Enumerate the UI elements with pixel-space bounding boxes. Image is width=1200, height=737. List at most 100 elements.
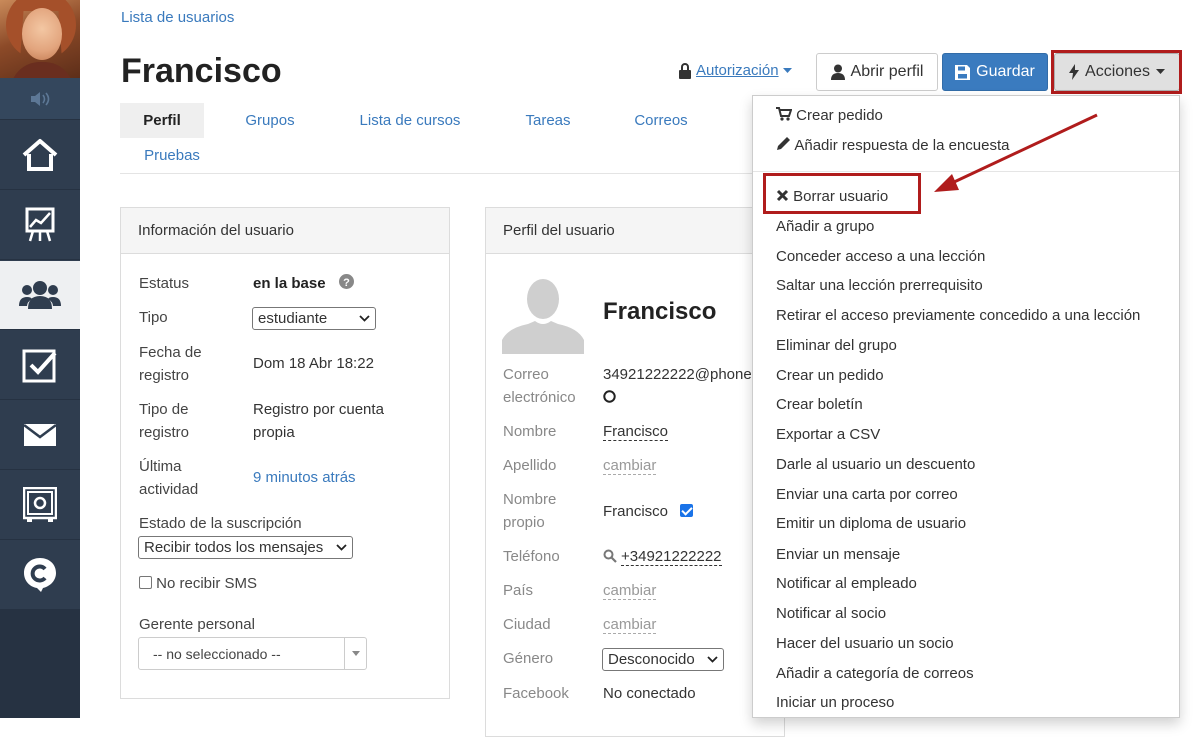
menu-item[interactable]: Exportar a CSV [776, 425, 880, 445]
user-icon [830, 64, 845, 80]
status-value: en la base [253, 275, 326, 292]
floppy-icon [955, 64, 971, 80]
search-icon[interactable] [603, 549, 617, 563]
first-name-value[interactable]: Francisco [603, 423, 669, 441]
nav-reports[interactable] [0, 191, 80, 260]
svg-text:?: ? [343, 277, 350, 289]
actions-highlight-box [1051, 50, 1182, 94]
manager-select[interactable]: -- no seleccionado -- [138, 637, 367, 670]
subscription-select-value: Recibir todos los mensajes [144, 539, 324, 556]
menu-item[interactable]: Conceder acceso a una lección [776, 247, 985, 267]
open-profile-button[interactable]: Abrir perfil [816, 53, 938, 91]
menu-item[interactable]: Darle al usuario un descuento [776, 455, 975, 475]
manager-select-toggle[interactable] [344, 638, 366, 669]
menu-item[interactable]: Eliminar del grupo [776, 336, 897, 356]
no-sms-label: No recibir SMS [156, 575, 258, 592]
first-name-label: Nombre [503, 423, 557, 440]
authorization-dropdown[interactable]: Autorización [678, 62, 792, 79]
sidebar-footer [0, 610, 80, 718]
city-label: Ciudad [503, 616, 551, 633]
type-label: Tipo [139, 309, 168, 326]
chart-icon [25, 207, 55, 242]
email-value[interactable]: 34921222222@phone [603, 363, 751, 386]
home-icon [22, 139, 58, 171]
pencil-icon [777, 137, 790, 150]
menu-item-add-survey-answer[interactable]: Añadir respuesta de la encuesta [776, 136, 1010, 156]
menu-item[interactable]: Hacer del usuario un socio [776, 634, 954, 654]
menu-item-label: Crear pedido [796, 107, 883, 124]
reg-type-value-2: propia [253, 424, 295, 441]
nav-safe[interactable] [0, 471, 80, 540]
avatar[interactable] [0, 0, 80, 78]
tab-lista-de-cursos[interactable]: Lista de cursos [345, 103, 475, 138]
menu-item[interactable]: Notificar al empleado [776, 574, 917, 594]
nav-home[interactable] [0, 121, 80, 190]
subscription-select[interactable]: Recibir todos los mensajes [138, 536, 353, 559]
gender-select[interactable]: Desconocido [602, 648, 724, 671]
menu-item[interactable]: Notificar al socio [776, 604, 886, 624]
nav-mail[interactable] [0, 401, 80, 470]
city-change-link[interactable]: cambiar [603, 616, 657, 634]
save-button[interactable]: Guardar [942, 53, 1048, 91]
reg-type-label-2: registro [139, 424, 190, 441]
caret-down-icon [351, 651, 360, 656]
user-profile-heading: Perfil del usuario [486, 208, 784, 254]
type-select[interactable]: estudiante [252, 307, 376, 330]
facebook-label: Facebook [503, 685, 569, 702]
country-label: País [503, 582, 534, 599]
type-select-value: estudiante [258, 310, 328, 327]
authorization-label: Autorización [696, 62, 779, 79]
circle-status-icon [603, 390, 616, 403]
no-sms-checkbox[interactable] [139, 576, 152, 589]
nav-chat[interactable] [0, 541, 80, 610]
last-activity-label-1: Última [139, 458, 182, 475]
menu-divider [753, 171, 1179, 172]
no-sms-row[interactable]: No recibir SMS [139, 572, 257, 595]
chevron-down-icon [359, 315, 370, 322]
question-icon[interactable]: ? [339, 274, 354, 289]
last-activity-value[interactable]: 9 minutos atrás [253, 466, 356, 489]
breadcrumb[interactable]: Lista de usuarios [121, 9, 234, 26]
mail-icon [23, 424, 57, 446]
menu-item[interactable]: Crear boletín [776, 395, 863, 415]
tab-grupos[interactable]: Grupos [228, 103, 312, 138]
tab-pruebas[interactable]: Pruebas [132, 138, 212, 173]
menu-item[interactable]: Añadir a categoría de correos [776, 664, 974, 684]
cart-icon [776, 107, 793, 121]
tab-correos[interactable]: Correos [620, 103, 702, 138]
tab-perfil[interactable]: Perfil [120, 103, 204, 138]
menu-item[interactable]: Retirar el acceso previamente concedido … [776, 306, 1140, 326]
gender-select-value: Desconocido [608, 651, 695, 668]
chevron-down-icon [336, 544, 347, 551]
phone-value[interactable]: +34921222222 [621, 548, 722, 566]
own-name-value: Francisco [603, 503, 669, 520]
own-name-checkbox[interactable] [680, 504, 693, 517]
caret-down-icon [782, 67, 792, 73]
sidebar [0, 0, 80, 718]
menu-item[interactable]: Emitir un diploma de usuario [776, 514, 966, 534]
menu-item[interactable]: Iniciar un proceso [776, 693, 894, 713]
menu-item[interactable]: Añadir a grupo [776, 217, 874, 237]
nav-users[interactable] [0, 261, 80, 330]
save-label: Guardar [976, 63, 1035, 80]
reg-date-value: Dom 18 Abr 18:22 [253, 355, 374, 372]
last-activity-label-2: actividad [139, 481, 199, 498]
speaker-icon[interactable] [0, 78, 80, 120]
own-name-label-2: propio [503, 514, 545, 531]
tab-tareas[interactable]: Tareas [508, 103, 588, 138]
users-icon [19, 281, 61, 309]
last-name-label: Apellido [503, 457, 557, 474]
menu-item[interactable]: Enviar un mensaje [776, 545, 900, 565]
avatar-placeholder-icon [502, 274, 584, 354]
country-change-link[interactable]: cambiar [603, 582, 657, 600]
nav-tasks[interactable] [0, 331, 80, 400]
last-name-change-link[interactable]: cambiar [603, 457, 657, 475]
user-info-heading: Información del usuario [121, 208, 449, 254]
reg-type-label-1: Tipo de [139, 401, 189, 418]
lock-icon [679, 62, 691, 79]
menu-item-create-order[interactable]: Crear pedido [776, 106, 883, 126]
menu-item[interactable]: Saltar una lección prerrequisito [776, 276, 983, 296]
menu-item[interactable]: Enviar una carta por correo [776, 485, 958, 505]
menu-item[interactable]: Crear un pedido [776, 366, 884, 386]
reg-date-label-2: registro [139, 367, 190, 384]
